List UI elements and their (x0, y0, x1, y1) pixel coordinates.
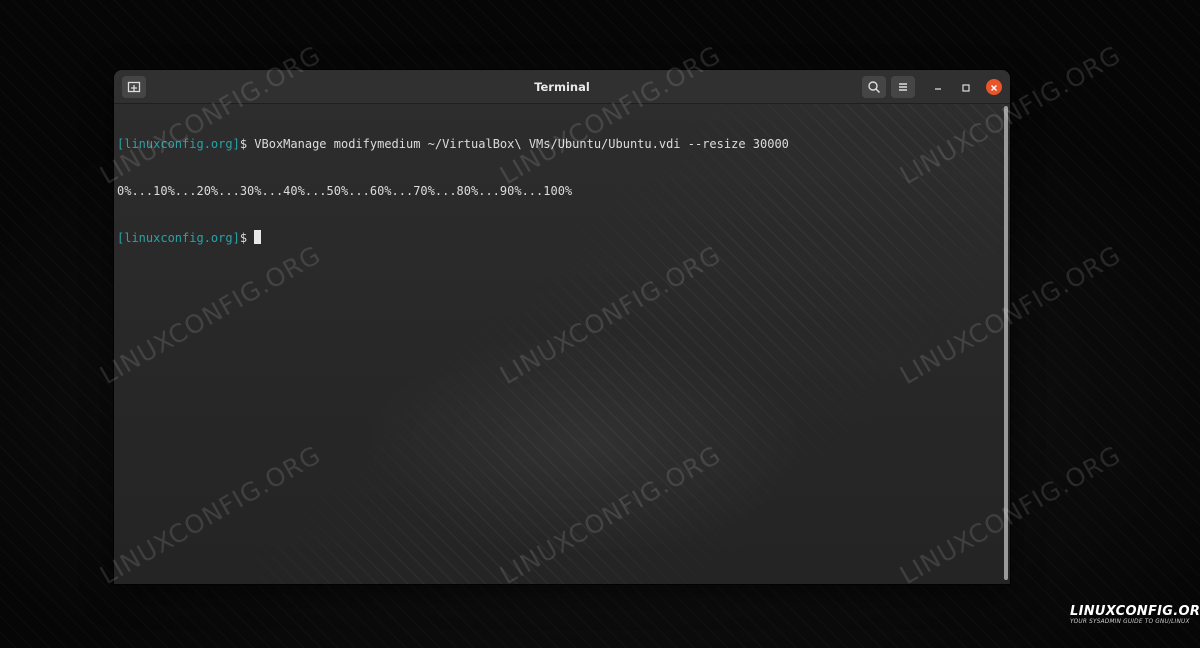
maximize-icon (961, 78, 971, 97)
shell-prompt: [linuxconfig.org] (117, 231, 240, 245)
close-button[interactable] (986, 79, 1002, 95)
menu-button[interactable] (891, 76, 915, 98)
logo-tagline: YOUR SYSADMIN GUIDE TO GNU/LINUX (1070, 619, 1190, 625)
logo-text: LINUXCONFIG.ORG (1070, 604, 1200, 619)
shell-prompt: [linuxconfig.org] (117, 137, 240, 151)
close-icon (989, 78, 999, 97)
terminal-window: Terminal [linuxconfig.org]$ VBoxManage m… (114, 70, 1010, 584)
output-text: 0%...10%...20%...30%...40%...50%...60%..… (117, 183, 573, 198)
minimize-icon (933, 78, 943, 97)
search-button[interactable] (862, 76, 886, 98)
prompt-suffix: $ (239, 231, 255, 245)
maximize-button[interactable] (958, 79, 974, 95)
minimize-button[interactable] (930, 79, 946, 95)
terminal-line: 0%...10%...20%...30%...40%...50%...60%..… (117, 184, 998, 200)
terminal-line: [linuxconfig.org]$ (117, 230, 998, 247)
terminal-output-area[interactable]: [linuxconfig.org]$ VBoxManage modifymedi… (114, 104, 1010, 584)
linuxconfig-logo: LINUXCONFIG.ORG YOUR SYSADMIN GUIDE TO G… (1066, 604, 1200, 640)
titlebar: Terminal (114, 70, 1010, 104)
terminal-lines: [linuxconfig.org]$ VBoxManage modifymedi… (117, 106, 998, 278)
hamburger-menu-icon (896, 80, 910, 94)
scrollbar[interactable] (1004, 106, 1008, 580)
command-text: $ VBoxManage modifymedium ~/VirtualBox\ … (239, 137, 789, 151)
text-cursor (254, 230, 262, 244)
search-icon (867, 80, 881, 94)
terminal-line: [linuxconfig.org]$ VBoxManage modifymedi… (117, 137, 998, 153)
